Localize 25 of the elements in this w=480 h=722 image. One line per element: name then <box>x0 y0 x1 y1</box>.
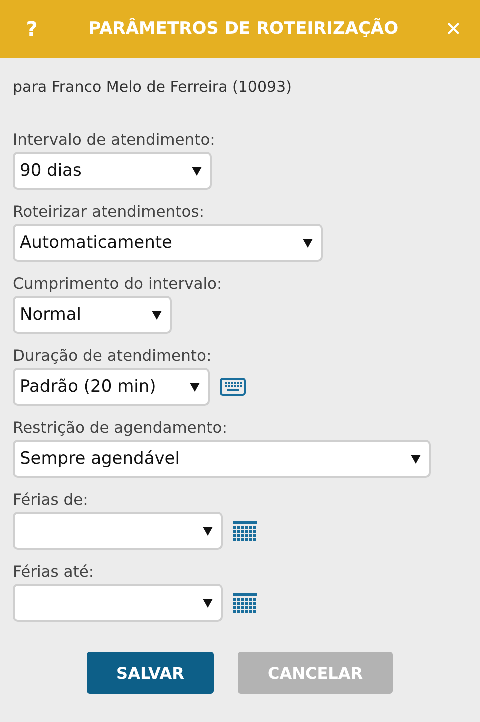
keyboard-icon[interactable] <box>220 378 246 396</box>
caret-icon <box>303 238 313 248</box>
field-label: Férias até: <box>13 562 96 582</box>
field-label: Duração de atendimento: <box>13 346 213 366</box>
subtitle: para Franco Melo de Ferreira (10093) <box>13 78 293 96</box>
caret-icon <box>203 598 213 608</box>
field-label: Cumprimento do intervalo: <box>13 274 224 294</box>
dropdown[interactable]: Padrão (20 min) <box>13 368 210 406</box>
caret-icon <box>190 382 200 392</box>
caret-icon <box>203 526 213 536</box>
caret-icon <box>192 166 202 176</box>
dropdown[interactable]: Automaticamente <box>13 224 323 262</box>
calendar-icon[interactable] <box>233 593 257 613</box>
caret-icon <box>152 310 162 320</box>
dropdown[interactable]: Normal <box>13 296 172 334</box>
field-label: Roteirizar atendimentos: <box>13 202 206 222</box>
dropdown[interactable]: Sempre agendável <box>13 440 431 478</box>
field-label: Intervalo de atendimento: <box>13 130 216 150</box>
dropdown[interactable]: 90 dias <box>13 152 212 190</box>
dialog-title: PARÂMETROS DE ROTEIRIZAÇÃO <box>88 19 400 39</box>
field-label: Férias de: <box>13 490 90 510</box>
caret-icon <box>411 454 421 464</box>
save-button[interactable]: SALVAR <box>87 652 214 694</box>
field-label: Restrição de agendamento: <box>13 418 228 438</box>
calendar-icon[interactable] <box>233 521 257 541</box>
